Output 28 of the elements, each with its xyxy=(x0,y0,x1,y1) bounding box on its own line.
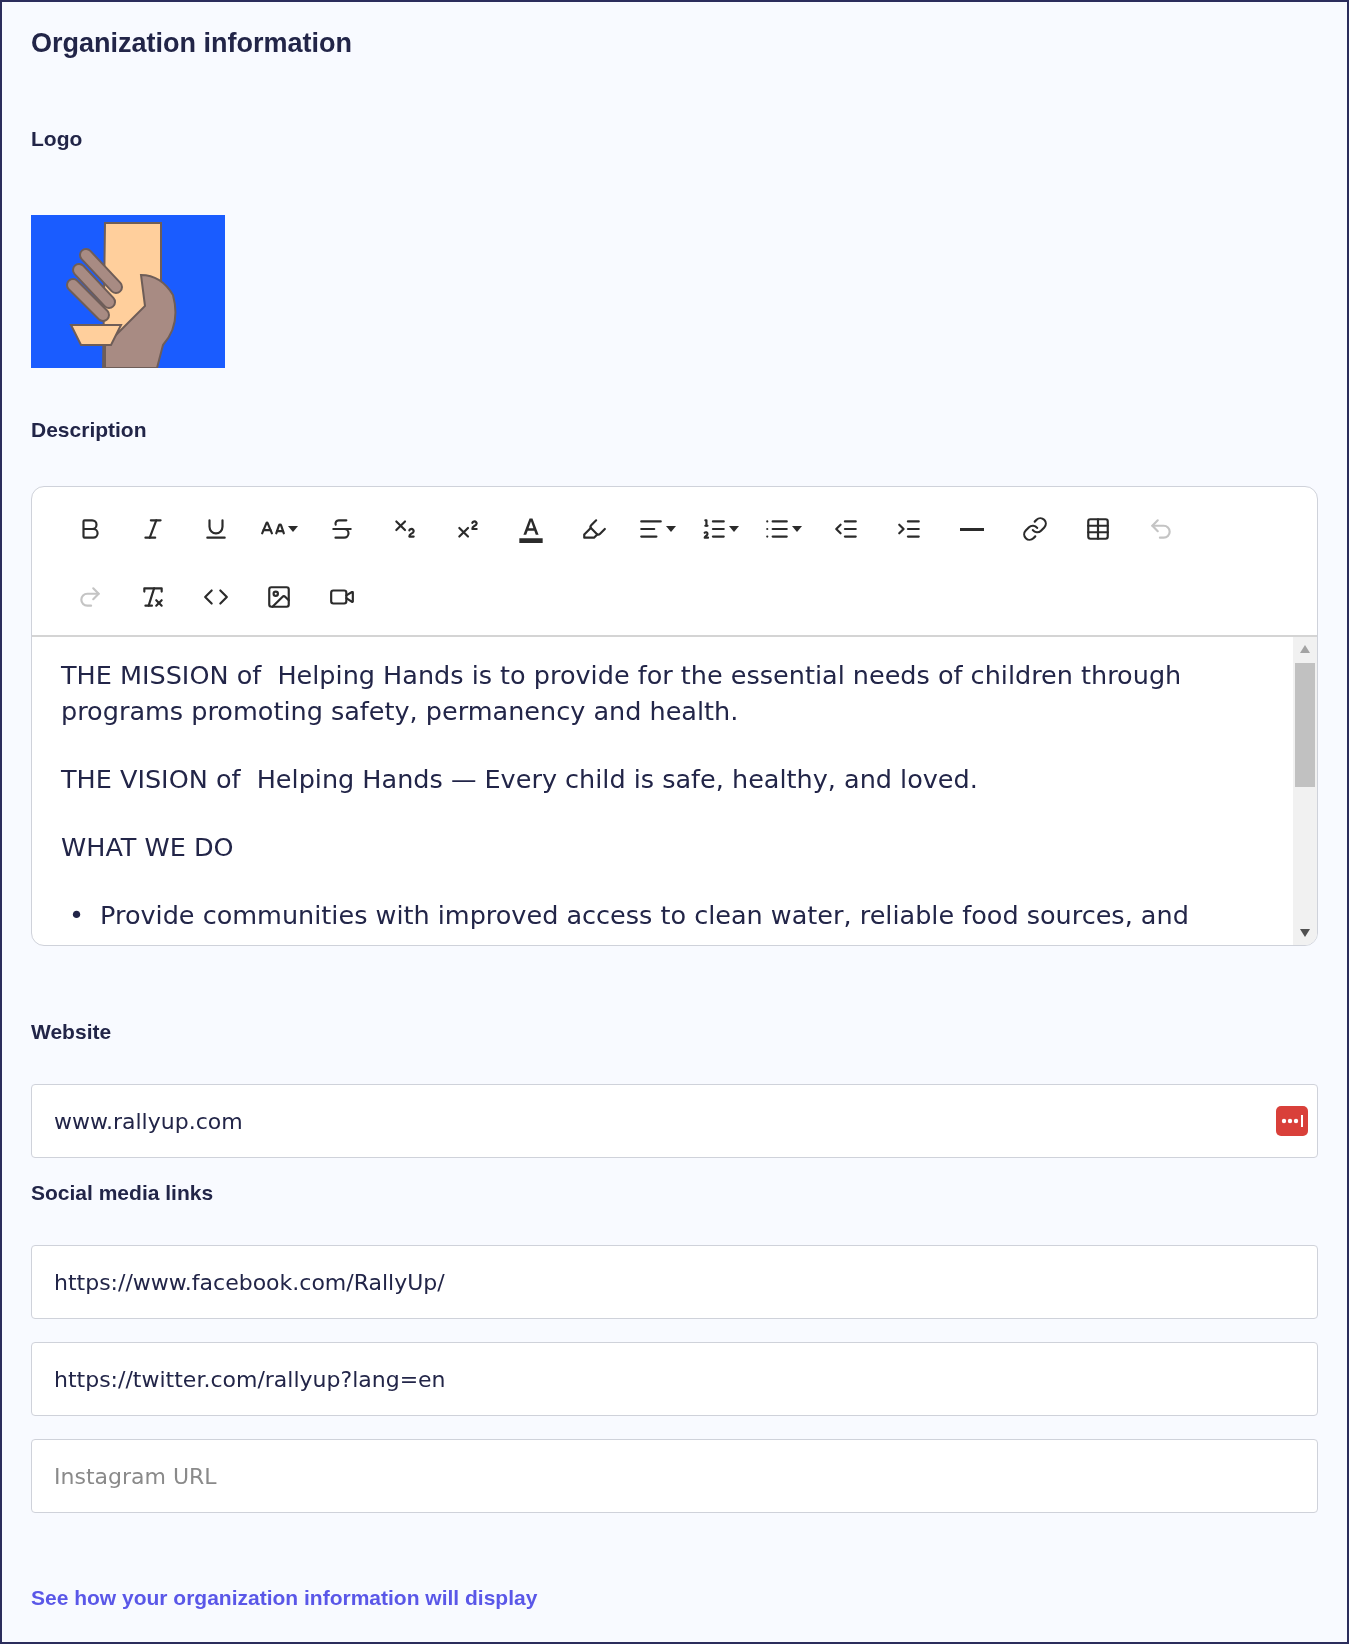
password-manager-icon[interactable] xyxy=(1276,1106,1308,1136)
description-paragraph: THE MISSION of Helping Hands is to provide for the essential needs of children through programs promoting safety, permanency and health. xyxy=(61,659,1183,728)
link-icon xyxy=(1021,516,1048,542)
caret-icon xyxy=(665,526,676,532)
section-label: Website xyxy=(31,1020,113,1044)
section-label: Social media links xyxy=(31,1181,215,1205)
bullet-marker: • xyxy=(69,899,85,932)
section-label: Description xyxy=(31,418,148,442)
social-link-field[interactable]: https://twitter.com/rallyup?lang=en xyxy=(31,1342,1318,1416)
page-title: Organization information xyxy=(31,28,353,59)
bullet-item: Provide communities with improved access to clean water, reliable food sources, and xyxy=(100,899,1189,932)
table-icon xyxy=(1084,516,1111,542)
social-link-field[interactable]: Instagram URL xyxy=(31,1439,1318,1513)
caret-icon xyxy=(728,526,739,532)
caret-icon xyxy=(791,526,802,532)
description-paragraph: WHAT WE DO xyxy=(61,831,235,864)
preview-link[interactable]: See how your organization information will display xyxy=(31,1586,538,1610)
rich-text-editor[interactable] xyxy=(31,486,1318,946)
highlighter-icon xyxy=(580,516,607,542)
caret-icon xyxy=(287,526,298,532)
scroll-down-icon[interactable] xyxy=(1300,929,1310,937)
description-paragraph: THE VISION of Helping Hands — Every child is safe, healthy, and loved. xyxy=(61,763,979,796)
horizontal-line-icon xyxy=(959,527,984,531)
scrollbar[interactable] xyxy=(1293,637,1317,945)
website-field[interactable]: www.rallyup.com xyxy=(31,1084,1318,1158)
social-link-field[interactable]: https://www.facebook.com/RallyUp/ xyxy=(31,1245,1318,1319)
image-icon xyxy=(265,584,292,610)
section-label: Logo xyxy=(31,127,84,151)
